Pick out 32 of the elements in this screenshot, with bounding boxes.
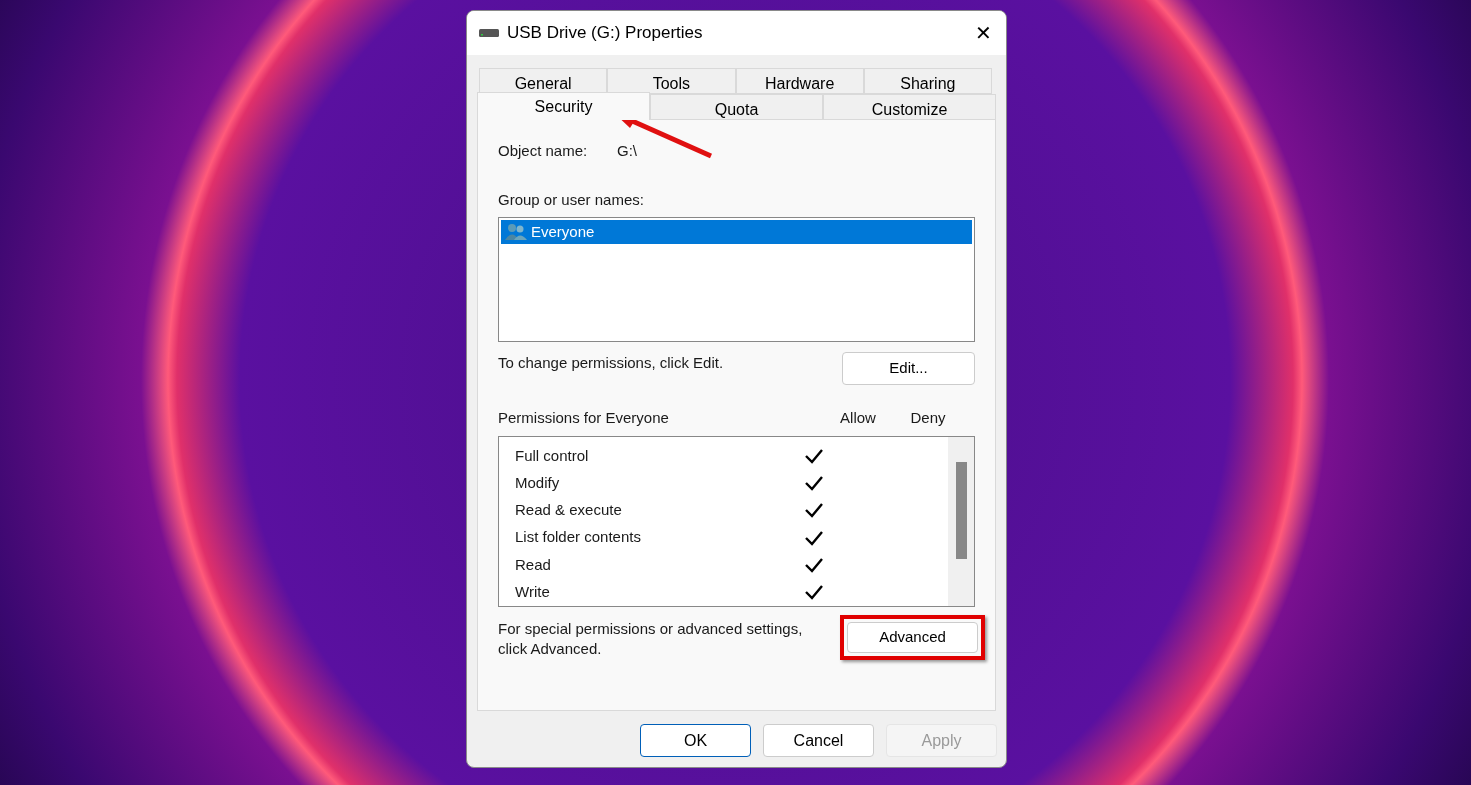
window-title: USB Drive (G:) Properties — [507, 22, 703, 45]
change-permissions-hint: To change permissions, click Edit. — [498, 353, 725, 373]
object-name-label: Object name: — [498, 141, 589, 161]
group-list-label: Group or user names: — [498, 189, 645, 210]
tab[interactable]: Hardware — [735, 68, 864, 94]
allow-column-header: Allow — [839, 408, 877, 428]
drive-icon — [479, 29, 499, 37]
advanced-hint: For special permissions or advanced settings, click Advanced. — [498, 618, 804, 659]
tab[interactable]: Quota — [650, 94, 823, 120]
scrollbar[interactable] — [948, 436, 974, 606]
tab[interactable]: Sharing — [863, 68, 992, 94]
tab[interactable]: Customize — [823, 94, 996, 120]
permission-name: Modify — [515, 473, 561, 493]
tab[interactable]: Tools — [607, 68, 736, 94]
close-button[interactable]: ✕ — [960, 11, 1006, 55]
group-list-item[interactable]: Everyone — [501, 220, 972, 244]
advanced-button[interactable]: Advanced — [847, 621, 978, 653]
permission-name: Read — [515, 554, 552, 575]
object-name-value: G:\ — [617, 141, 637, 161]
permission-name: Full control — [515, 445, 590, 466]
permission-name: List folder contents — [515, 527, 642, 548]
tab[interactable]: Security — [477, 92, 650, 120]
dialog-button[interactable]: OK — [640, 724, 751, 757]
tab[interactable]: General — [479, 68, 608, 94]
edit-button[interactable]: Edit... — [842, 352, 975, 385]
permissions-title: Permissions for Everyone — [498, 408, 670, 428]
scrollbar-thumb[interactable] — [955, 461, 967, 559]
permission-name: Write — [515, 581, 551, 602]
deny-column-header: Deny — [909, 408, 947, 428]
dialog-button[interactable]: Cancel — [763, 724, 874, 757]
users-icon — [505, 223, 527, 241]
permission-name: Read & execute — [515, 500, 623, 521]
